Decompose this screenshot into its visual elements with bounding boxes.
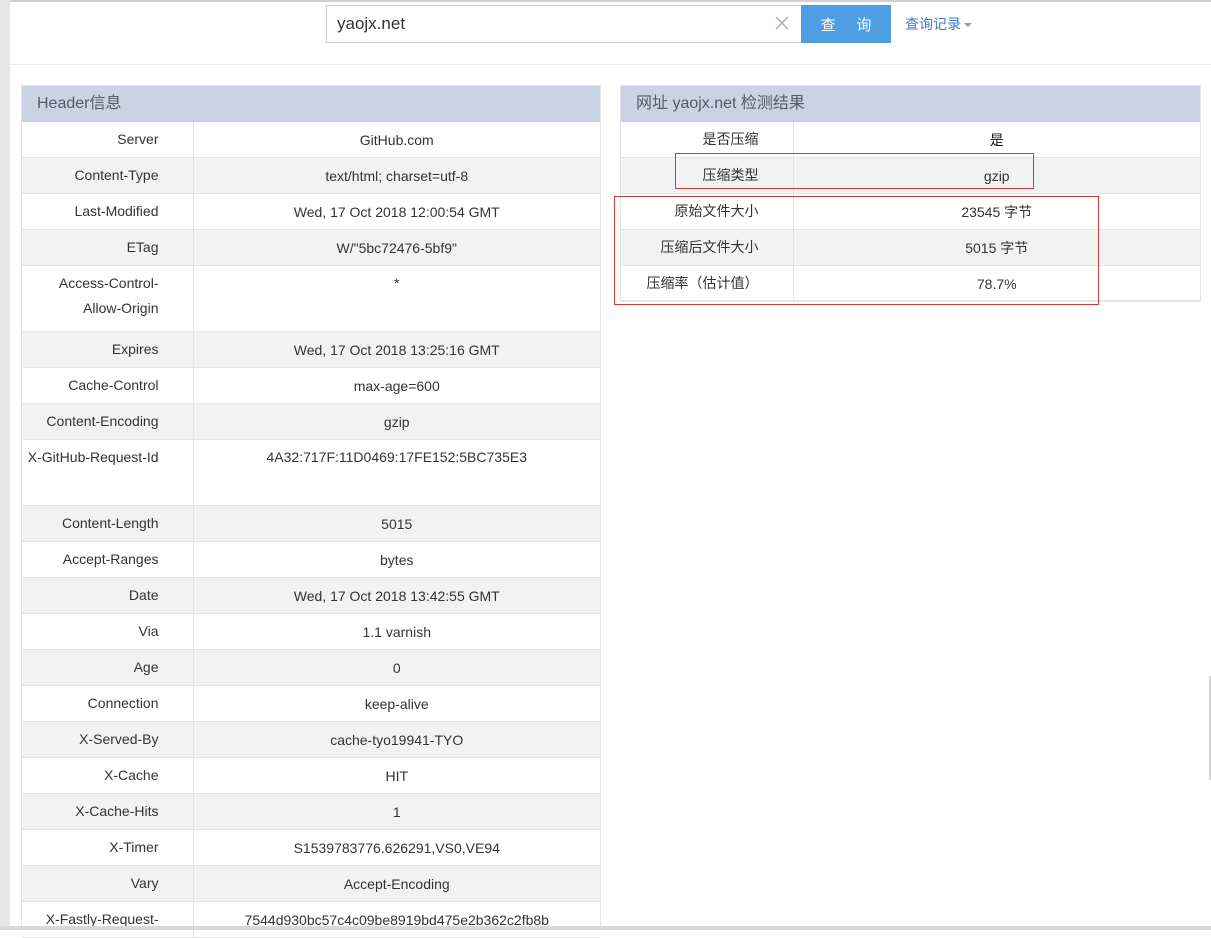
- header-value: keep-alive: [193, 685, 600, 722]
- top-border: [10, 0, 1211, 2]
- header-value: *: [193, 265, 600, 332]
- header-separator: [10, 64, 1211, 65]
- header-value: HIT: [193, 757, 600, 794]
- header-info-panel: Header信息 Server GitHub.com Content-Type te…: [21, 85, 601, 938]
- header-value: bytes: [193, 541, 600, 578]
- left-edge-strip: [0, 0, 10, 930]
- header-value: Wed, 17 Oct 2018 13:42:55 GMT: [193, 577, 600, 614]
- header-key: Vary: [22, 865, 194, 902]
- result-key: 压缩类型: [621, 157, 794, 194]
- table-row: Content-Type text/html; charset=utf-8: [22, 157, 600, 194]
- result-key: 是否压缩: [621, 122, 794, 158]
- history-label: 查询记录: [905, 16, 961, 32]
- result-table: 是否压缩是 压缩类型 gzip 原始文件大小 23545 字节 压缩后文件大小 501…: [621, 122, 1200, 302]
- header-key: ETag: [22, 229, 194, 266]
- table-row: Content-Encoding gzip: [22, 403, 600, 440]
- table-row: Connection keep-alive: [22, 685, 600, 722]
- result-key: 原始文件大小: [621, 193, 794, 230]
- table-row: ETag W/"5bc72476-5bf9": [22, 229, 600, 266]
- header-key: Content-Length: [22, 505, 194, 542]
- result-value: 78.7%: [793, 265, 1200, 302]
- header-key: Date: [22, 577, 194, 614]
- table-row: X-Fastly-Request- 7544d930bc57c4c09be8919…: [22, 901, 600, 938]
- search-button[interactable]: 查 询: [801, 5, 891, 43]
- header-value: GitHub.com: [193, 122, 600, 158]
- header-key: Server: [22, 122, 194, 158]
- header-key: Content-Type: [22, 157, 194, 194]
- header-key: X-Timer: [22, 829, 194, 866]
- header-value: W/"5bc72476-5bf9": [193, 229, 600, 266]
- header-key: Last-Modified: [22, 193, 194, 230]
- result-value: gzip: [793, 157, 1200, 194]
- header-value: gzip: [193, 403, 600, 440]
- bottom-border: [0, 926, 1211, 930]
- header-value: 0: [193, 649, 600, 686]
- table-row: Content-Length 5015: [22, 505, 600, 542]
- table-row: 压缩后文件大小 5015 字节: [621, 229, 1200, 266]
- table-row: Vary Accept-Encoding: [22, 865, 600, 902]
- header-key: Access-Control-Allow-Origin: [22, 265, 194, 332]
- header-value: 7544d930bc57c4c09be8919bd475e2b362c2fb8b: [193, 901, 600, 938]
- table-row: 原始文件大小 23545 字节: [621, 193, 1200, 230]
- header-value: 1.1 varnish: [193, 613, 600, 650]
- table-row: Via 1.1 varnish: [22, 613, 600, 650]
- table-row: X-Served-By cache-tyo19941-TYO: [22, 721, 600, 758]
- header-value: 1: [193, 793, 600, 830]
- result-value: 5015 字节: [793, 229, 1200, 266]
- table-row: Cache-Control max-age=600: [22, 367, 600, 404]
- result-title: 网址 yaojx.net 检测结果: [621, 86, 1200, 122]
- table-row: Last-Modified Wed, 17 Oct 2018 12:00:54 G…: [22, 193, 600, 230]
- header-value: Wed, 17 Oct 2018 13:25:16 GMT: [193, 331, 600, 368]
- header-key: Accept-Ranges: [22, 541, 194, 578]
- header-value: Accept-Encoding: [193, 865, 600, 902]
- search-input[interactable]: [337, 6, 757, 42]
- close-icon[interactable]: [773, 14, 791, 32]
- header-value: cache-tyo19941-TYO: [193, 721, 600, 758]
- result-key: 压缩后文件大小: [621, 229, 794, 266]
- header-value: 4A32:717F:11D0469:17FE152:5BC735E3: [193, 439, 600, 506]
- header-key: X-Served-By: [22, 721, 194, 758]
- history-dropdown[interactable]: 查询记录: [905, 14, 972, 34]
- result-value: 23545 字节: [793, 193, 1200, 230]
- header-key: X-GitHub-Request-Id: [22, 439, 194, 506]
- header-key: Expires: [22, 331, 194, 368]
- header-key: Content-Encoding: [22, 403, 194, 440]
- search-box: [326, 5, 801, 43]
- header-key: X-Cache-Hits: [22, 793, 194, 830]
- caret-down-icon: [964, 23, 972, 28]
- header-value: Wed, 17 Oct 2018 12:00:54 GMT: [193, 193, 600, 230]
- result-value: 是: [793, 122, 1200, 158]
- table-row: X-Cache HIT: [22, 757, 600, 794]
- header-key: Via: [22, 613, 194, 650]
- result-panel: 网址 yaojx.net 检测结果 是否压缩是 压缩类型 gzip 原始文件大小 2…: [620, 85, 1201, 302]
- header-info-title: Header信息: [22, 86, 600, 122]
- table-row: Date Wed, 17 Oct 2018 13:42:55 GMT: [22, 577, 600, 614]
- header-key: Connection: [22, 685, 194, 722]
- table-row: X-GitHub-Request-Id 4A32:717F:11D0469:17F…: [22, 439, 600, 506]
- table-row: 压缩率（估计值） 78.7%: [621, 265, 1200, 302]
- result-key: 压缩率（估计值）: [621, 265, 794, 302]
- table-row: 压缩类型 gzip: [621, 157, 1200, 194]
- header-key: Cache-Control: [22, 367, 194, 404]
- table-row: Age 0: [22, 649, 600, 686]
- header-info-table: Server GitHub.com Content-Type text/html; …: [22, 122, 600, 938]
- table-row: Expires Wed, 17 Oct 2018 13:25:16 GMT: [22, 331, 600, 368]
- header-key: X-Cache: [22, 757, 194, 794]
- header-value: max-age=600: [193, 367, 600, 404]
- table-row: 是否压缩是: [621, 122, 1200, 158]
- table-row: Accept-Ranges bytes: [22, 541, 600, 578]
- table-row: Server GitHub.com: [22, 122, 600, 158]
- header-value: 5015: [193, 505, 600, 542]
- header-key: X-Fastly-Request-: [22, 901, 194, 938]
- table-row: X-Cache-Hits 1: [22, 793, 600, 830]
- header-key: Age: [22, 649, 194, 686]
- table-row: X-Timer S1539783776.626291,VS0,VE94: [22, 829, 600, 866]
- table-row: Access-Control-Allow-Origin *: [22, 265, 600, 332]
- header-value: text/html; charset=utf-8: [193, 157, 600, 194]
- header-value: S1539783776.626291,VS0,VE94: [193, 829, 600, 866]
